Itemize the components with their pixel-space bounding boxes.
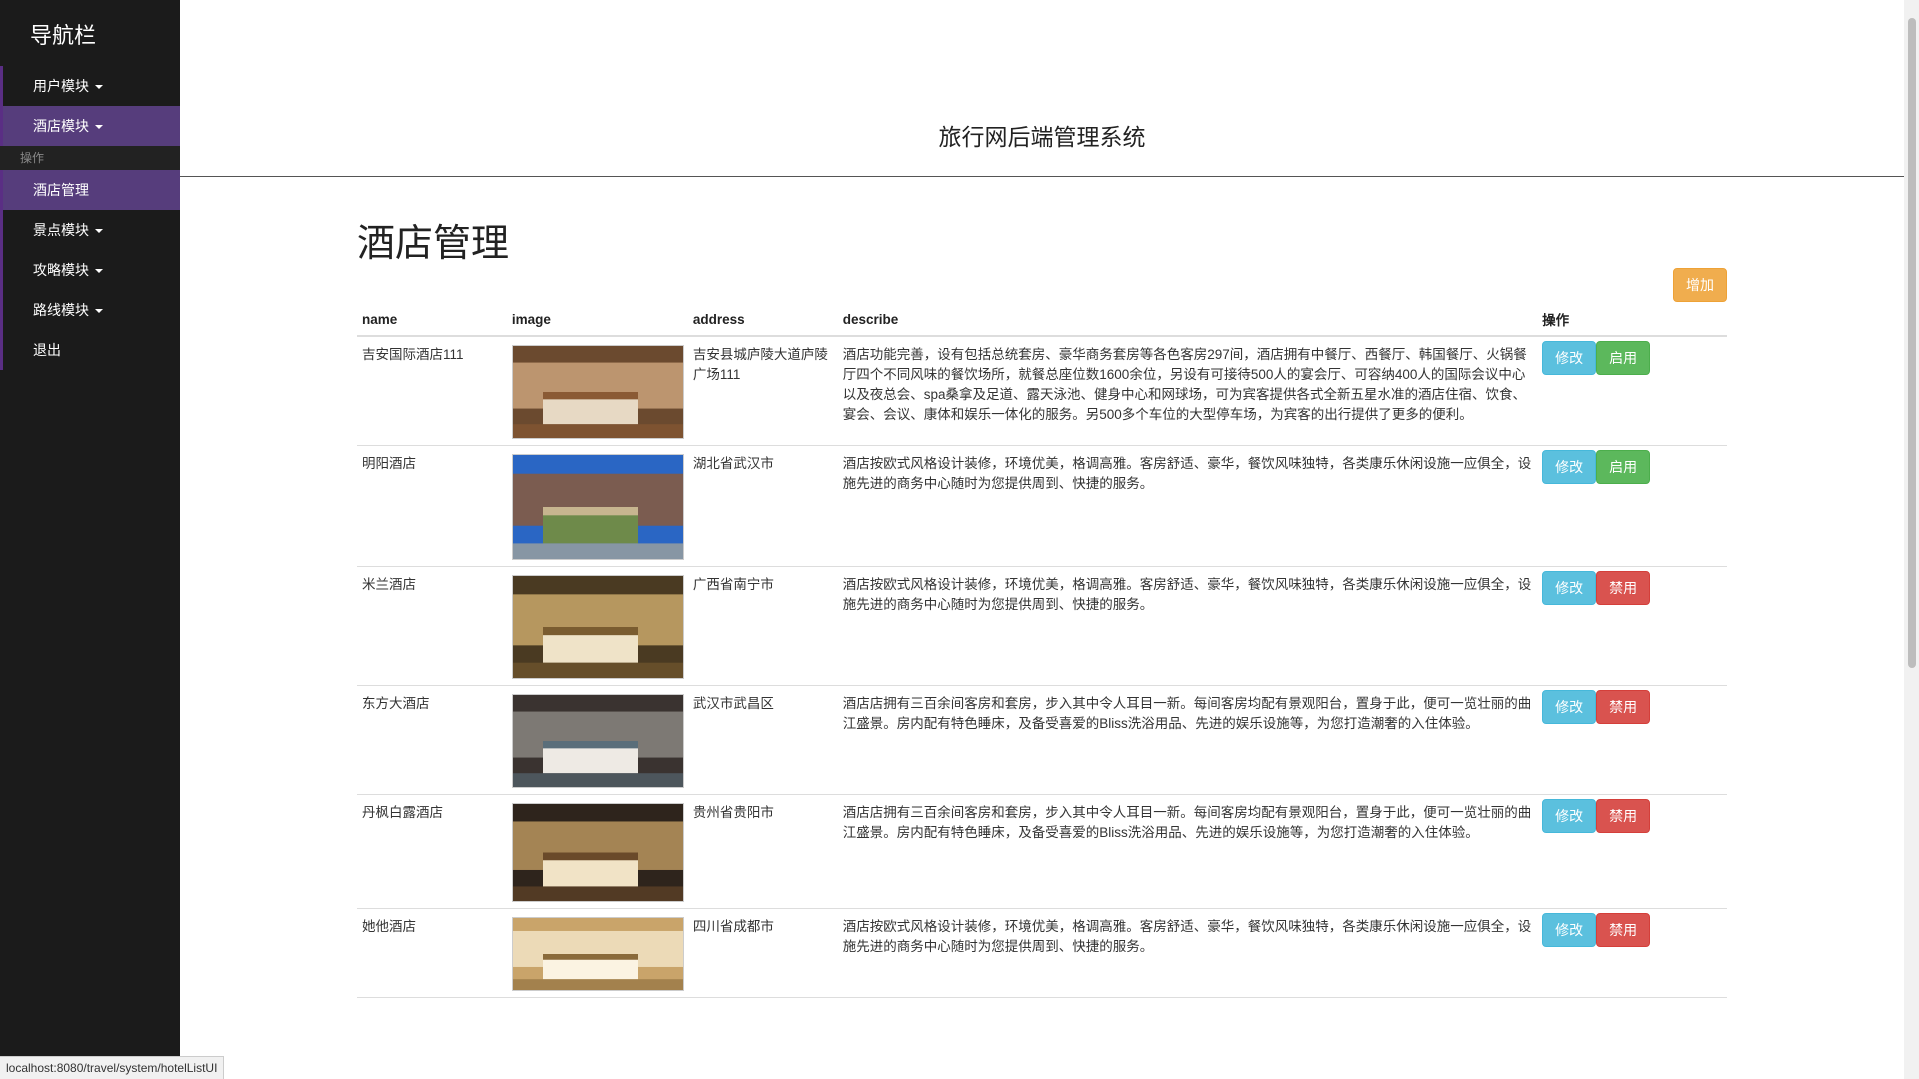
sidebar-item-label: 路线模块 (33, 302, 89, 318)
toggle-status-button[interactable]: 启用 (1596, 450, 1651, 484)
system-title: 旅行网后端管理系统 (938, 124, 1146, 150)
edit-button[interactable]: 修改 (1542, 450, 1597, 484)
cell-address: 湖北省武汉市 (687, 445, 838, 567)
cell-name: 米兰酒店 (357, 566, 507, 686)
hotel-thumbnail (511, 694, 684, 788)
sidebar-brand: 导航栏 (30, 23, 97, 48)
sidebar-item-hotel-module[interactable]: 酒店模块 (0, 106, 180, 146)
status-bar-url: localhost:8080/travel/system/hotelListUI (0, 1056, 225, 1079)
cell-actions: 修改 禁用 (1537, 908, 1727, 998)
edit-button[interactable]: 修改 (1542, 341, 1597, 375)
cell-describe: 酒店按欧式风格设计装修，环境优美，格调高雅。客房舒适、豪华，餐饮风味独特，各类康… (837, 908, 1538, 998)
cell-actions: 修改 启用 (1537, 445, 1727, 567)
caret-down-icon (95, 309, 103, 314)
sidebar-subheader: 操作 (0, 146, 180, 170)
cell-image (506, 566, 688, 686)
cell-actions: 修改 禁用 (1537, 566, 1727, 686)
table-row: 丹枫白露酒店 贵州省贵阳市 酒店店拥有三百余间客房和套房，步入其中令人耳目一新。… (357, 794, 1727, 909)
table-header-row: name image address describe 操作 (357, 303, 1727, 337)
sidebar-item-user-module[interactable]: 用户模块 (0, 66, 180, 106)
table-row: 东方大酒店 武汉市武昌区 酒店店拥有三百余间客房和套房，步入其中令人耳目一新。每… (357, 685, 1727, 795)
main-content: 酒店管理 增加 name image address describe 操作 吉… (357, 176, 1727, 998)
toggle-status-button[interactable]: 禁用 (1596, 913, 1651, 947)
sidebar-nav: 用户模块 酒店模块 操作 酒店管理 景点模块 攻略模块 路线模块 退出 (0, 66, 180, 370)
caret-down-icon (95, 125, 103, 130)
cell-describe: 酒店店拥有三百余间客房和套房，步入其中令人耳目一新。每间客房均配有景观阳台，置身… (837, 685, 1538, 795)
vertical-scrollbar[interactable] (1904, 0, 1919, 1079)
edit-button[interactable]: 修改 (1542, 571, 1597, 605)
cell-actions: 修改 禁用 (1537, 794, 1727, 909)
sidebar-item-guide-module[interactable]: 攻略模块 (0, 250, 180, 290)
toggle-status-button[interactable]: 禁用 (1596, 571, 1651, 605)
sidebar: 导航栏 用户模块 酒店模块 操作 酒店管理 景点模块 攻略模块 路线模块 退出 (0, 0, 180, 1079)
sidebar-item-label: 攻略模块 (33, 262, 89, 278)
sidebar-item-hotel-management[interactable]: 酒店管理 (0, 170, 180, 210)
cell-name: 明阳酒店 (357, 445, 507, 567)
cell-address: 四川省成都市 (687, 908, 838, 998)
edit-button[interactable]: 修改 (1542, 799, 1597, 833)
toggle-status-button[interactable]: 禁用 (1596, 690, 1651, 724)
cell-image (506, 336, 688, 446)
cell-image (506, 445, 688, 567)
cell-image (506, 794, 688, 909)
table-row: 米兰酒店 广西省南宁市 酒店按欧式风格设计装修，环境优美，格调高雅。客房舒适、豪… (357, 566, 1727, 686)
table-row: 她他酒店 四川省成都市 酒店按欧式风格设计装修，环境优美，格调高雅。客房舒适、豪… (357, 908, 1727, 998)
hotel-thumbnail (511, 575, 684, 679)
column-header-address: address (687, 303, 838, 337)
cell-address: 贵州省贵阳市 (687, 794, 838, 909)
scrollbar-thumb[interactable] (1908, 18, 1916, 668)
cell-name: 东方大酒店 (357, 685, 507, 795)
page-header: 旅行网后端管理系统 (180, 0, 1904, 177)
add-button[interactable]: 增加 (1673, 268, 1727, 302)
sidebar-item-label: 酒店模块 (33, 118, 89, 134)
sidebar-item-scenic-module[interactable]: 景点模块 (0, 210, 180, 250)
toggle-status-button[interactable]: 启用 (1596, 341, 1651, 375)
sidebar-item-route-module[interactable]: 路线模块 (0, 290, 180, 330)
caret-down-icon (95, 269, 103, 274)
table-row: 明阳酒店 湖北省武汉市 酒店按欧式风格设计装修，环境优美，格调高雅。客房舒适、豪… (357, 445, 1727, 567)
column-header-image: image (506, 303, 688, 337)
cell-describe: 酒店按欧式风格设计装修，环境优美，格调高雅。客房舒适、豪华，餐饮风味独特，各类康… (837, 445, 1538, 567)
hotel-thumbnail (511, 803, 684, 902)
cell-describe: 酒店按欧式风格设计装修，环境优美，格调高雅。客房舒适、豪华，餐饮风味独特，各类康… (837, 566, 1538, 686)
cell-address: 吉安县城庐陵大道庐陵广场111 (687, 336, 838, 446)
caret-down-icon (95, 229, 103, 234)
sidebar-item-label: 退出 (33, 342, 61, 358)
cell-name: 吉安国际酒店111 (357, 336, 507, 446)
cell-actions: 修改 禁用 (1537, 685, 1727, 795)
toggle-status-button[interactable]: 禁用 (1596, 799, 1651, 833)
cell-image (506, 908, 688, 998)
column-header-name: name (357, 303, 507, 337)
caret-down-icon (95, 85, 103, 90)
page-title: 酒店管理 (357, 223, 510, 265)
column-header-describe: describe (837, 303, 1538, 337)
hotel-thumbnail (511, 454, 684, 560)
cell-describe: 酒店功能完善，设有包括总统套房、豪华商务套房等各色客房297间，酒店拥有中餐厅、… (837, 336, 1538, 446)
column-header-actions: 操作 (1537, 303, 1727, 337)
cell-name: 丹枫白露酒店 (357, 794, 507, 909)
edit-button[interactable]: 修改 (1542, 690, 1597, 724)
sidebar-item-label: 景点模块 (33, 222, 89, 238)
hotel-thumbnail (511, 345, 684, 439)
edit-button[interactable]: 修改 (1542, 913, 1597, 947)
sidebar-item-logout[interactable]: 退出 (0, 330, 180, 370)
cell-address: 广西省南宁市 (687, 566, 838, 686)
table-row: 吉安国际酒店111 吉安县城庐陵大道庐陵广场111 酒店功能完善，设有包括总统套… (357, 336, 1727, 446)
cell-name: 她他酒店 (357, 908, 507, 998)
sidebar-item-label: 酒店管理 (33, 182, 89, 198)
cell-actions: 修改 启用 (1537, 336, 1727, 446)
cell-address: 武汉市武昌区 (687, 685, 838, 795)
hotel-table: name image address describe 操作 吉安国际酒店111… (357, 303, 1727, 998)
hotel-thumbnail (511, 917, 684, 991)
cell-describe: 酒店店拥有三百余间客房和套房，步入其中令人耳目一新。每间客房均配有景观阳台，置身… (837, 794, 1538, 909)
cell-image (506, 685, 688, 795)
sidebar-item-label: 用户模块 (33, 78, 89, 94)
